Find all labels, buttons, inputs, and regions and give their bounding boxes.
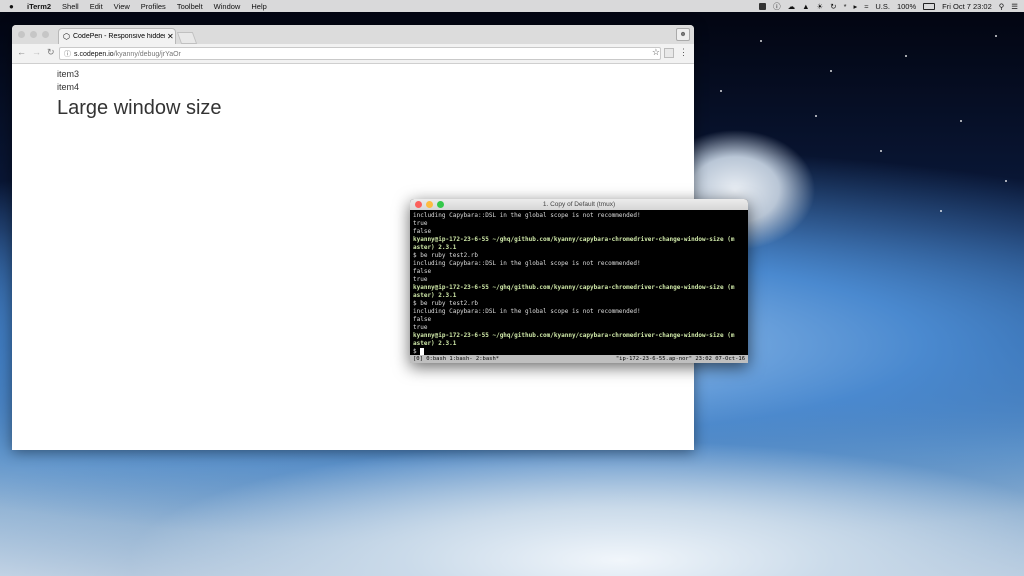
url-path: /kyanny/debug/jrYaOr [113, 51, 181, 58]
menu-view[interactable]: View [114, 2, 130, 11]
wifi-icon[interactable]: ≈ [864, 2, 868, 11]
tmux-host-time: "ip-172-23-6-55.ap-nor" 23:02 07-Oct-16 [615, 356, 745, 362]
apple-menu-icon[interactable]: ● [9, 2, 19, 11]
timemachine-icon[interactable]: ↻ [830, 2, 836, 11]
list-item: item4 [57, 82, 80, 92]
terminal-line: true [413, 276, 428, 283]
zoom-button[interactable] [42, 31, 49, 38]
volume-icon[interactable]: ▸ [853, 2, 857, 11]
battery-icon[interactable] [923, 2, 936, 10]
terminal-line: aster) 2.3.1 [413, 244, 457, 251]
terminal-line: aster) 2.3.1 [413, 292, 457, 299]
tab-close-icon[interactable]: ✕ [167, 32, 174, 41]
chrome-menu-icon[interactable]: ⋮ [679, 47, 688, 58]
terminal-line: false [413, 268, 432, 275]
prompt-symbol: $ [413, 348, 421, 355]
minimize-button[interactable] [426, 201, 433, 208]
star [905, 55, 907, 57]
status-menus: ⓘ ☁ ▲ ☀ ↻ * ▸ ≈ U.S. 100% Fri Oct 7 23:0… [752, 0, 1018, 12]
reload-icon[interactable]: ↻ [47, 47, 55, 58]
star [880, 150, 882, 152]
menu-profiles[interactable]: Profiles [141, 2, 166, 11]
star [960, 120, 962, 122]
list-item: item3 [57, 69, 80, 79]
battery-percent[interactable]: 100% [897, 2, 916, 11]
tmux-windows: [0] 0:bash 1:bash- 2:bash* [413, 356, 500, 362]
terminal-window[interactable]: 1. Copy of Default (tmux) including Capy… [410, 199, 748, 363]
star [940, 210, 942, 212]
alfred-icon[interactable]: ▲ [802, 2, 809, 11]
terminal-titlebar[interactable]: 1. Copy of Default (tmux) [410, 199, 748, 210]
clock[interactable]: Fri Oct 7 23:02 [942, 2, 992, 11]
tab-codepen[interactable]: ⬡ CodePen - Responsive hidden ✕ [58, 28, 176, 44]
menu-shell[interactable]: Shell [62, 2, 79, 11]
minimize-button[interactable] [30, 31, 37, 38]
menu-app-name[interactable]: iTerm2 [27, 2, 51, 11]
terminal-line: $ be ruby test2.rb [413, 252, 479, 259]
close-button[interactable] [415, 201, 422, 208]
site-info-icon[interactable]: ⓘ [64, 51, 71, 58]
terminal-title: 1. Copy of Default (tmux) [542, 201, 616, 208]
page-heading: Large window size [57, 97, 222, 119]
terminal-output[interactable]: including Capybara::DSL in the global sc… [410, 210, 748, 356]
terminal-line: false [413, 228, 432, 235]
star [720, 90, 722, 92]
menu-toolbelt[interactable]: Toolbelt [177, 2, 203, 11]
terminal-line: true [413, 324, 428, 331]
codepen-icon: ⬡ [63, 32, 70, 41]
docker-icon[interactable]: ☀ [817, 2, 824, 11]
input-source[interactable]: U.S. [875, 2, 890, 11]
extension-icon[interactable] [664, 48, 674, 58]
bluetooth-icon[interactable]: * [844, 2, 847, 11]
url-host: s.codepen.io [74, 51, 114, 58]
tmux-status-bar: [0] 0:bash 1:bash- 2:bash* "ip-172-23-6-… [410, 355, 748, 363]
star [1005, 180, 1007, 182]
menu-bar: ● iTerm2 Shell Edit View Profiles Toolbe… [0, 0, 1024, 12]
text-cursor [420, 348, 425, 355]
menu-help[interactable]: Help [251, 2, 266, 11]
menu-edit[interactable]: Edit [90, 2, 103, 11]
spotlight-icon[interactable]: ⚲ [999, 2, 1005, 11]
close-button[interactable] [18, 31, 25, 38]
terminal-line: true [413, 220, 428, 227]
terminal-line: including Capybara::DSL in the global sc… [413, 212, 641, 219]
tab-title: CodePen - Responsive hidden [72, 33, 165, 40]
terminal-line: false [413, 316, 432, 323]
terminal-line: aster) 2.3.1 [413, 340, 457, 347]
star [815, 115, 817, 117]
star [995, 35, 997, 37]
address-bar[interactable]: ⓘ s.codepen.io/kyanny/debug/jrYaOr [59, 47, 661, 60]
terminal-line: including Capybara::DSL in the global sc… [413, 308, 641, 315]
terminal-line: kyanny@ip-172-23-6-55 ~/ghq/github.com/k… [413, 236, 735, 243]
new-tab-button[interactable] [176, 32, 198, 44]
star [830, 70, 832, 72]
bookmark-star-icon[interactable]: ☆ [652, 47, 660, 58]
browser-toolbar: ← → ↻ ⓘ s.codepen.io/kyanny/debug/jrYaOr … [12, 44, 694, 64]
terminal-line: kyanny@ip-172-23-6-55 ~/ghq/github.com/k… [413, 284, 735, 291]
dropbox-icon[interactable] [759, 2, 767, 10]
back-arrow-icon[interactable]: ← [17, 47, 26, 57]
menu-window[interactable]: Window [214, 2, 241, 11]
star [760, 40, 762, 42]
profile-icon[interactable]: ☻ [676, 28, 690, 41]
terminal-line: including Capybara::DSL in the global sc… [413, 260, 641, 267]
terminal-line: kyanny@ip-172-23-6-55 ~/ghq/github.com/k… [413, 332, 735, 339]
tab-bar: ⬡ CodePen - Responsive hidden ✕ ☻ [12, 25, 694, 44]
info-icon[interactable]: ⓘ [773, 1, 781, 12]
terminal-line: $ be ruby test2.rb [413, 300, 479, 307]
forward-arrow-icon[interactable]: → [32, 47, 41, 57]
cloud-icon[interactable]: ☁ [788, 2, 796, 11]
zoom-button[interactable] [437, 201, 444, 208]
notification-center-icon[interactable]: ☰ [1011, 2, 1018, 11]
